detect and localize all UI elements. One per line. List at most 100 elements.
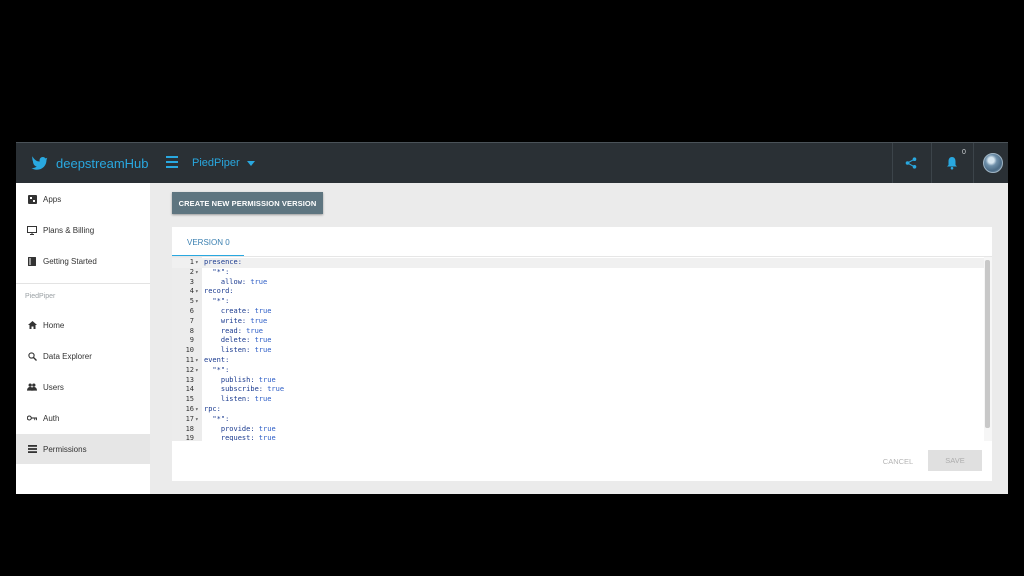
book-icon (27, 256, 37, 266)
code-line[interactable]: 19 request: true (172, 434, 984, 441)
fold-arrow-icon[interactable]: ▾ (195, 405, 199, 415)
code-line[interactable]: 16 ▾ rpc: (172, 405, 984, 415)
code-value: true (250, 316, 268, 325)
tab-version-0[interactable]: VERSION 0 (172, 227, 244, 257)
code-line[interactable]: 13 publish: true (172, 376, 984, 386)
code-value: true (258, 375, 276, 384)
code-line[interactable]: 17 ▾ "*": (172, 415, 984, 425)
cancel-button[interactable]: CANCEL (872, 451, 924, 471)
fold-arrow-icon[interactable]: ▾ (195, 268, 199, 278)
sidebar-item-label: Permissions (43, 444, 87, 454)
line-number: 10 (185, 346, 194, 355)
code-text: "*": (204, 268, 229, 278)
sidebar-item-data-explorer[interactable]: Data Explorer (16, 341, 150, 371)
bell-icon[interactable] (946, 156, 958, 170)
sidebar-divider (16, 283, 150, 284)
code-text: record: (204, 287, 234, 297)
app-window: deepstreamHub PiedPiper 0 Apps Plans & B… (16, 142, 1008, 494)
code-key: rpc: (204, 405, 221, 413)
bird-logo-icon[interactable] (30, 154, 48, 172)
key-icon (27, 413, 37, 423)
code-text: delete: true (204, 336, 272, 346)
fold-arrow-icon[interactable]: ▾ (195, 356, 199, 366)
code-text: publish: true (204, 376, 276, 386)
code-text: listen: true (204, 346, 272, 356)
sidebar-item-users[interactable]: Users (16, 372, 150, 402)
line-number: 12 (185, 365, 194, 374)
line-number: 8 (189, 326, 194, 335)
code-line[interactable]: 5 ▾ "*": (172, 297, 984, 307)
code-key: write: (204, 316, 251, 325)
brand-name[interactable]: deepstreamHub (56, 156, 149, 171)
editor-scrollbar[interactable] (984, 257, 992, 441)
sidebar: Apps Plans & Billing Getting Started Pie… (16, 183, 150, 494)
sidebar-item-auth[interactable]: Auth (16, 403, 150, 433)
code-line[interactable]: 4 ▾ record: (172, 287, 984, 297)
sidebar-item-permissions[interactable]: Permissions (16, 434, 150, 464)
code-text: allow: true (204, 278, 267, 288)
toolbar-divider (973, 143, 974, 183)
app-selector[interactable]: PiedPiper (192, 157, 255, 169)
code-key: listen: (204, 395, 255, 404)
permissions-card: VERSION 0 1 ▾ presence: 2 ▾ "*": 3 allow: tru… (172, 227, 992, 481)
sidebar-item-label: Data Explorer (43, 351, 92, 361)
code-line[interactable]: 10 listen: true (172, 346, 984, 356)
code-line[interactable]: 11 ▾ event: (172, 356, 984, 366)
code-editor[interactable]: 1 ▾ presence: 2 ▾ "*": 3 allow: true 4 ▾ record:… (172, 257, 984, 441)
sidebar-item-plans-billing[interactable]: Plans & Billing (16, 215, 150, 245)
code-value: true (254, 307, 272, 315)
scrollbar-thumb[interactable] (985, 260, 990, 428)
line-number: 3 (189, 277, 194, 286)
create-permission-version-button[interactable]: CREATE NEW PERMISSION VERSION (172, 192, 323, 214)
tab-label: VERSION 0 (187, 238, 230, 247)
avatar[interactable] (983, 153, 1003, 173)
sidebar-item-home[interactable]: Home (16, 310, 150, 340)
code-key: create: (204, 307, 255, 315)
fold-arrow-icon[interactable]: ▾ (195, 415, 199, 425)
caret-down-icon (246, 160, 255, 166)
line-number: 6 (189, 307, 194, 315)
sidebar-item-getting-started[interactable]: Getting Started (16, 246, 150, 276)
fold-arrow-icon[interactable]: ▾ (195, 366, 199, 376)
line-number: 7 (189, 316, 194, 325)
fold-arrow-icon[interactable]: ▾ (195, 297, 199, 307)
code-line[interactable]: 15 listen: true (172, 395, 984, 405)
code-text: "*": (204, 366, 229, 376)
notification-count: 0 (962, 149, 966, 156)
top-bar: deepstreamHub PiedPiper 0 (16, 142, 1008, 183)
code-line[interactable]: 8 read: true (172, 327, 984, 337)
code-line[interactable]: 6 create: true (172, 307, 984, 317)
sidebar-item-apps[interactable]: Apps (16, 184, 150, 214)
hamburger-menu-icon[interactable] (166, 156, 178, 168)
sidebar-section-label: PiedPiper (25, 293, 56, 300)
code-line[interactable]: 9 delete: true (172, 336, 984, 346)
code-value: true (267, 385, 285, 394)
code-text: provide: true (204, 425, 276, 435)
code-line[interactable]: 7 write: true (172, 317, 984, 327)
code-line[interactable]: 2 ▾ "*": (172, 268, 984, 278)
fold-arrow-icon[interactable]: ▾ (195, 287, 199, 297)
line-number: 18 (185, 424, 194, 433)
code-key: record: (204, 287, 234, 296)
line-number: 5 (189, 297, 194, 306)
line-number: 17 (185, 414, 194, 423)
sidebar-item-label: Users (43, 382, 64, 392)
list-icon (27, 444, 37, 454)
share-icon[interactable] (905, 157, 917, 169)
code-value: true (246, 326, 264, 335)
code-line[interactable]: 3 allow: true (172, 278, 984, 288)
code-key: "*": (204, 365, 230, 374)
code-text: presence: (204, 258, 242, 268)
code-line[interactable]: 18 provide: true (172, 425, 984, 435)
sidebar-item-label: Auth (43, 413, 60, 423)
save-button[interactable]: SAVE (928, 450, 982, 471)
code-line[interactable]: 14 subscribe: true (172, 385, 984, 395)
code-line[interactable]: 12 ▾ "*": (172, 366, 984, 376)
code-key: listen: (204, 346, 255, 355)
code-line[interactable]: 1 ▾ presence: (172, 258, 984, 268)
code-key: publish: (204, 375, 259, 384)
code-key: request: (204, 434, 259, 441)
code-text: create: true (204, 307, 272, 317)
fold-arrow-icon[interactable]: ▾ (195, 258, 199, 268)
toolbar-divider (931, 143, 932, 183)
